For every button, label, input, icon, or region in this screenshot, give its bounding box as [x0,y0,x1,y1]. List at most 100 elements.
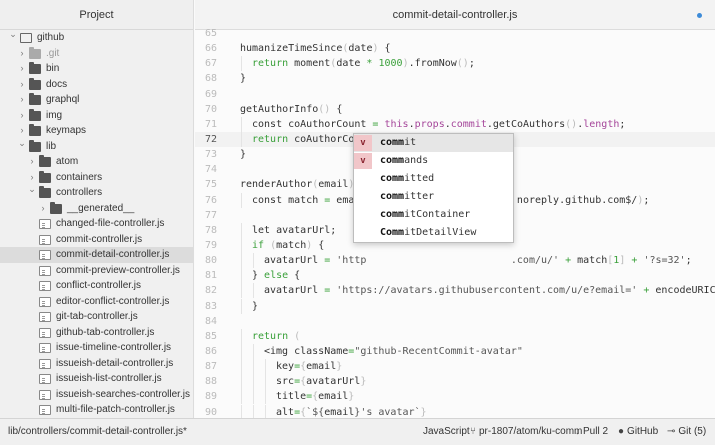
code-token: 1000 [378,58,403,70]
tree-item-label: atom [56,156,79,167]
status-github-button[interactable]: ● GitHub [618,426,658,437]
indent-guide [253,253,254,269]
indent-guide [241,237,242,253]
tree-folder-item[interactable]: › graphql [0,92,193,108]
chevron-right-icon[interactable]: › [17,108,27,124]
tree-file-item[interactable]: issueish-list-controller.js [0,371,193,387]
tree-file-item[interactable]: conflict-controller.js [0,278,193,294]
indent-guide [241,283,242,299]
tree-folder-item[interactable]: › img [0,108,193,124]
code-text: const coAuthorCount = this.props.commit.… [252,117,625,132]
tree-folder-item[interactable]: › bin [0,61,193,77]
indent-guide [241,253,242,269]
code-line[interactable]: 66 humanizeTimeSince(date) { [195,41,715,56]
code-token: 'http [336,255,367,267]
code-text: title={email} [276,389,354,404]
code-line[interactable]: 85 return ( [195,328,715,344]
code-line[interactable]: 71 const coAuthorCount = this.props.commi… [195,116,715,132]
status-file-path[interactable]: lib/controllers/commit-detail-controller… [8,426,187,437]
tree-folder-item[interactable]: › __generated__ [0,201,193,217]
folder-icon [50,201,62,214]
tree-file-item[interactable]: issueish-searches-controller.js [0,387,193,403]
chevron-down-icon[interactable]: ⌄ [27,182,37,198]
tree-folder-item[interactable]: ⌄ github [0,27,193,46]
github-icon: ● [618,426,625,437]
folder-icon [39,186,51,198]
chevron-right-icon[interactable]: › [17,77,27,93]
code-line[interactable]: 88 src={avatarUrl} [195,374,715,390]
code-line[interactable]: 90 alt={`${email}'s avatar`} [195,404,715,418]
autocomplete-item[interactable]: CommitDetailView [354,224,513,242]
tree-file-item[interactable]: editor-conflict-controller.js [0,294,193,310]
autocomplete-item[interactable]: v commands [354,152,513,170]
chevron-down-icon[interactable]: ⌄ [8,27,18,43]
code-line[interactable]: 87 key={email} [195,359,715,375]
autocomplete-item[interactable]: committed [354,170,513,188]
code-line[interactable]: 68} [195,71,715,86]
code-line[interactable]: 81} else { [195,268,715,284]
code-token: .getCoAuthors [486,118,566,130]
line-number: 65 [204,28,217,39]
autocomplete-item[interactable]: v commit [354,134,513,152]
tree-file-item[interactable]: commit-preview-controller.js [0,263,193,279]
line-number: 71 [204,118,217,130]
tree-folder-item[interactable]: › .git [0,46,193,62]
status-git-button[interactable]: ⊸ Git (5) [667,426,706,437]
chevron-down-icon[interactable]: ⌄ [17,136,27,152]
code-line[interactable]: 69 [195,87,715,102]
indent-guide [241,343,242,359]
code-token: encodeURIComponen [655,285,715,297]
line-number: 76 [204,194,217,206]
tree-file-item[interactable]: changed-file-controller.js [0,216,193,232]
status-pull-button[interactable]: ↓ Pull 2 [575,426,608,437]
autocomplete-item[interactable]: commitContainer [354,206,513,224]
chevron-right-icon[interactable]: › [38,201,48,217]
autocomplete-item[interactable]: committer [354,188,513,206]
code-line[interactable]: 83} [195,298,715,314]
code-line[interactable]: 86 <img className="github-RecentCommit-av… [195,343,715,359]
folder-icon [29,46,41,59]
line-number: 83 [204,300,217,312]
code-text: <img className="github-RecentCommit-avat… [264,344,523,359]
modified-indicator-icon [697,13,702,18]
tree-file-item[interactable]: git-tab-controller.js [0,309,193,325]
code-line[interactable]: 70 getAuthorInfo() { [195,102,715,117]
tree-folder-item[interactable]: ⌄ controllers [0,182,193,201]
code-token: return [252,133,289,145]
code-line[interactable]: 65 [195,26,715,41]
code-token: "github-RecentCommit-avatar" [354,345,523,357]
line-number: 78 [204,224,217,236]
repo-icon [20,33,32,43]
code-text: renderAuthor(email) { [240,177,366,192]
chevron-right-icon[interactable]: › [17,92,27,108]
tree-file-item[interactable]: multi-file-patch-controller.js [0,402,193,418]
code-line[interactable]: 89 title={email} [195,389,715,405]
code-token: else [264,270,289,282]
tree-file-item[interactable]: commit-controller.js [0,232,193,248]
chevron-right-icon[interactable]: › [27,154,37,170]
code-line[interactable]: 67 return moment(date * 1000).fromNow(); [195,56,715,72]
tree-folder-item[interactable]: ⌄ lib [0,136,193,155]
tree-file-item[interactable]: github-tab-controller.js [0,325,193,341]
status-grammar[interactable]: JavaScript [423,426,470,437]
file-icon [39,327,51,338]
tree-folder-item[interactable]: › atom [0,154,193,170]
status-branch[interactable]: ⑂ pr-1807/atom/ku-comm [470,426,582,437]
tree-file-item[interactable]: issue-timeline-controller.js [0,340,193,356]
tree-folder-item[interactable]: › docs [0,77,193,93]
code-text: } [240,147,246,162]
autocomplete-item-label: commitContainer [380,209,471,220]
code-token: renderAuthor [240,179,313,191]
chevron-right-icon[interactable]: › [17,46,27,62]
code-line[interactable]: 82 avatarUrl = 'https://avatars.githubuse… [195,283,715,299]
tree-file-item[interactable]: issueish-detail-controller.js [0,356,193,372]
code-line[interactable]: 84 [195,314,715,329]
tree-folder-item[interactable]: › keymaps [0,123,193,139]
code-token: if [252,239,265,251]
code-token: avatarUrl [306,376,361,388]
file-tree: ⌄ github › .git › bin › docs › graphql › img › keymap… [0,27,193,418]
chevron-right-icon[interactable]: › [17,61,27,77]
folder-icon [29,62,41,74]
tree-file-item[interactable]: commit-detail-controller.js [0,247,193,263]
code-line[interactable]: 80 avatarUrl = 'http .com/u/' + match[1] … [195,253,715,269]
